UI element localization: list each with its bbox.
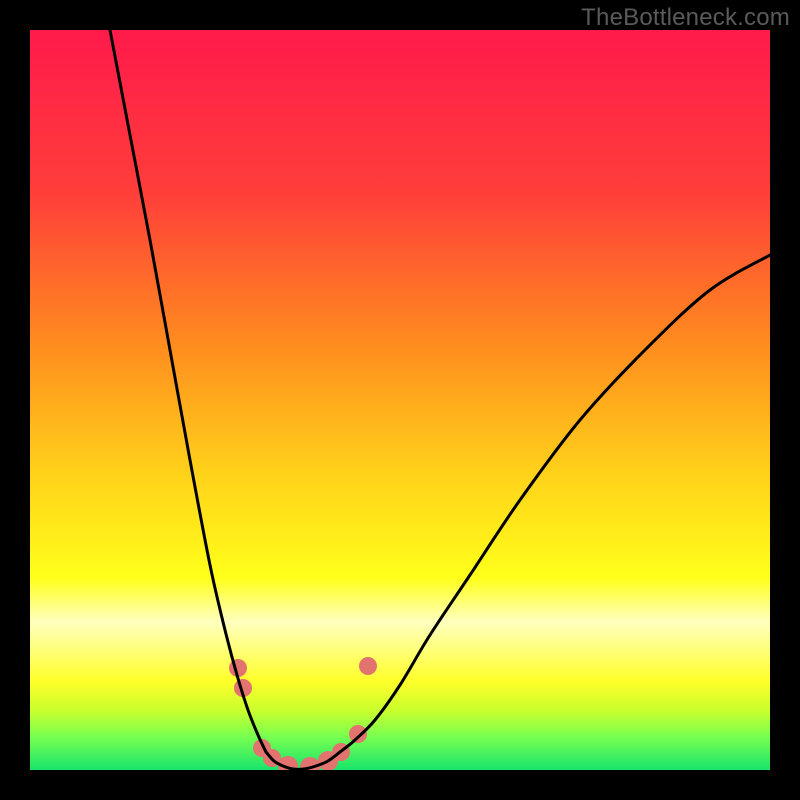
curve-marker [349,725,367,743]
curve-right-branch [340,255,770,752]
chart-frame: TheBottleneck.com [0,0,800,800]
curve-left-branch [110,30,266,752]
chart-plot-area [30,30,770,770]
bottleneck-curve [30,30,770,770]
curve-marker [359,657,377,675]
curve-markers [229,657,377,770]
watermark-text: TheBottleneck.com [581,4,790,32]
